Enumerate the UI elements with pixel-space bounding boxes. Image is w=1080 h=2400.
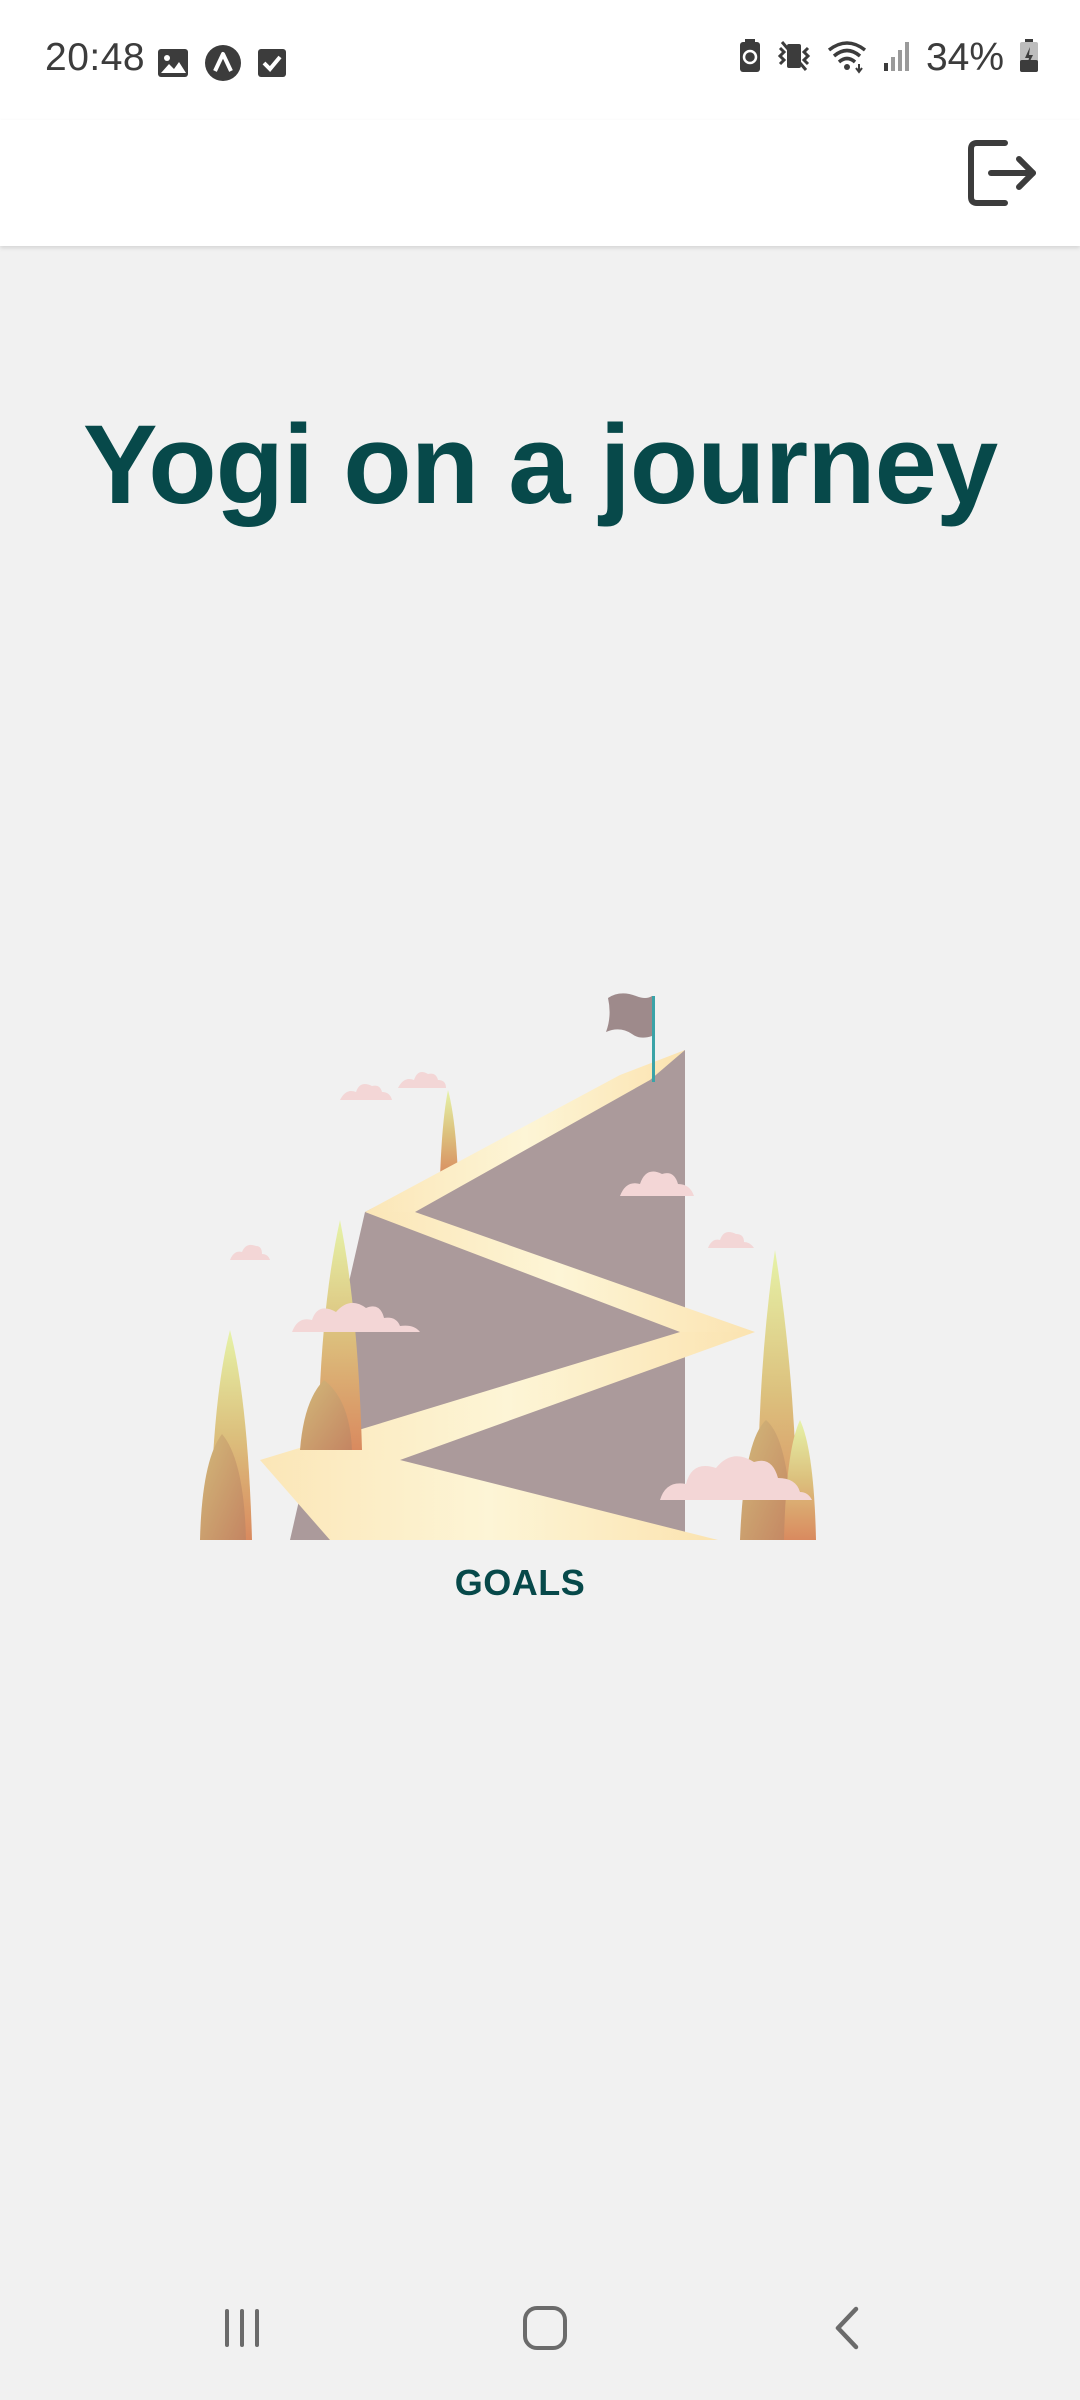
signal-icon [882, 39, 912, 78]
status-time: 20:48 [45, 36, 146, 79]
back-button[interactable] [798, 2280, 898, 2380]
home-icon [520, 2303, 570, 2358]
battery-saver-icon [738, 38, 762, 79]
status-bar: 20:48 34% [0, 0, 1080, 120]
logout-icon [965, 137, 1041, 214]
screen: 20:48 34% Yogi on a journey GOALS [0, 0, 1080, 2400]
gallery-icon [156, 46, 190, 85]
back-icon [828, 2303, 868, 2358]
navigation-bar [0, 2260, 1080, 2400]
checkbox-icon [256, 47, 288, 84]
mountain-path-flag-illustration [200, 993, 816, 1540]
status-left-icons [156, 44, 288, 87]
recent-apps-icon [219, 2305, 265, 2356]
goals-card[interactable]: GOALS [200, 980, 840, 1640]
page-title: Yogi on a journey [82, 402, 998, 527]
wifi-icon [826, 38, 868, 79]
app-notification-icon [204, 44, 242, 87]
battery-percent: 34% [925, 36, 1004, 79]
home-button[interactable] [495, 2280, 595, 2380]
app-bar [0, 120, 1080, 246]
vibrate-icon [776, 38, 812, 79]
status-right: 34% [738, 36, 1040, 80]
goals-label: GOALS [454, 1562, 586, 1603]
battery-charging-icon [1018, 38, 1040, 79]
recent-apps-button[interactable] [192, 2280, 292, 2380]
logout-button[interactable] [958, 130, 1048, 220]
